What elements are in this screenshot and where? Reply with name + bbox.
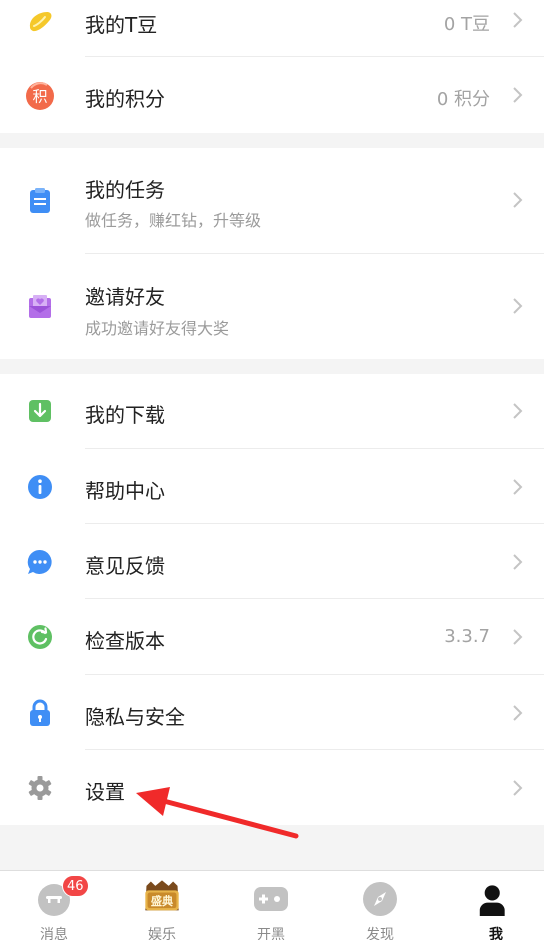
menu-item-t-beans[interactable]: 我的T豆 0 T豆 (0, 0, 544, 57)
chevron-right-icon (513, 12, 523, 28)
gear-icon (25, 773, 55, 803)
tab-discover[interactable]: 发现 (326, 871, 434, 940)
chevron-right-icon (513, 403, 523, 419)
refresh-icon (25, 622, 55, 652)
menu-item-invite[interactable]: 邀请好友 成功邀请好友得大奖 (0, 254, 544, 359)
bottom-tab-bar: 46 消息 盛典 娱乐 开黑 发现 我 (0, 870, 544, 940)
task-icon (25, 186, 55, 216)
tab-label: 娱乐 (148, 927, 176, 940)
assets-group: 我的T豆 0 T豆 积 我的积分 0 积分 (0, 0, 544, 133)
menu-item-downloads[interactable]: 我的下载 (0, 374, 544, 449)
t-beans-value: 0 T豆 (443, 14, 490, 35)
tab-label: 消息 (40, 927, 68, 940)
menu-item-title: 检查版本 (85, 629, 165, 653)
menu-item-title: 意见反馈 (85, 554, 165, 578)
menu-item-settings[interactable]: 设置 (0, 750, 544, 825)
chevron-right-icon (513, 780, 523, 796)
tab-play-together[interactable]: 开黑 (217, 871, 325, 940)
gamepad-icon (254, 887, 288, 911)
tools-group: 我的下载 帮助中心 意见反馈 检查版本 3.3.7 隐私与安全 设置 (0, 374, 544, 825)
svg-text:积: 积 (32, 88, 47, 106)
entertainment-icon: 盛典 (145, 880, 179, 911)
bean-icon (25, 6, 55, 36)
menu-item-feedback[interactable]: 意见反馈 (0, 524, 544, 599)
tasks-group: 我的任务 做任务，赚红钻，升等级 邀请好友 成功邀请好友得大奖 (0, 148, 544, 359)
tab-label: 发现 (366, 927, 394, 940)
menu-item-subtitle: 成功邀请好友得大奖 (85, 319, 230, 338)
invite-icon (25, 292, 55, 322)
menu-item-title: 隐私与安全 (85, 705, 185, 729)
menu-item-title: 我的下载 (85, 403, 165, 427)
chevron-right-icon (513, 87, 523, 103)
menu-item-title: 我的T豆 (85, 13, 158, 37)
chevron-right-icon (513, 629, 523, 645)
lock-icon (25, 698, 55, 728)
menu-item-title: 我的任务 (85, 178, 165, 202)
chevron-right-icon (513, 479, 523, 495)
chevron-right-icon (513, 192, 523, 208)
svg-text:盛典: 盛典 (151, 894, 173, 908)
download-icon (25, 396, 55, 426)
tab-me[interactable]: 我 (436, 871, 544, 940)
unread-badge: 46 (62, 875, 89, 897)
menu-item-privacy[interactable]: 隐私与安全 (0, 675, 544, 750)
tab-entertainment[interactable]: 盛典 娱乐 (108, 871, 216, 940)
points-icon: 积 (25, 81, 55, 111)
tab-label: 开黑 (257, 927, 285, 940)
menu-item-subtitle: 做任务，赚红钻，升等级 (85, 211, 262, 230)
menu-item-tasks[interactable]: 我的任务 做任务，赚红钻，升等级 (0, 148, 544, 254)
menu-item-title: 帮助中心 (85, 479, 165, 503)
chevron-right-icon (513, 298, 523, 314)
version-value: 3.3.7 (444, 626, 490, 647)
chevron-right-icon (513, 705, 523, 721)
info-icon (25, 472, 55, 502)
menu-item-check-version[interactable]: 检查版本 3.3.7 (0, 599, 544, 675)
chevron-right-icon (513, 554, 523, 570)
person-icon (479, 885, 505, 916)
tab-messages[interactable]: 46 消息 (0, 871, 108, 940)
points-value: 0 积分 (436, 89, 490, 110)
menu-item-title: 设置 (85, 780, 125, 804)
feedback-icon (25, 547, 55, 577)
menu-item-title: 我的积分 (85, 87, 165, 111)
compass-icon (363, 882, 397, 916)
tab-label: 我 (489, 927, 503, 940)
menu-item-title: 邀请好友 (85, 285, 165, 309)
menu-item-points[interactable]: 积 我的积分 0 积分 (0, 57, 544, 133)
menu-item-help[interactable]: 帮助中心 (0, 449, 544, 524)
